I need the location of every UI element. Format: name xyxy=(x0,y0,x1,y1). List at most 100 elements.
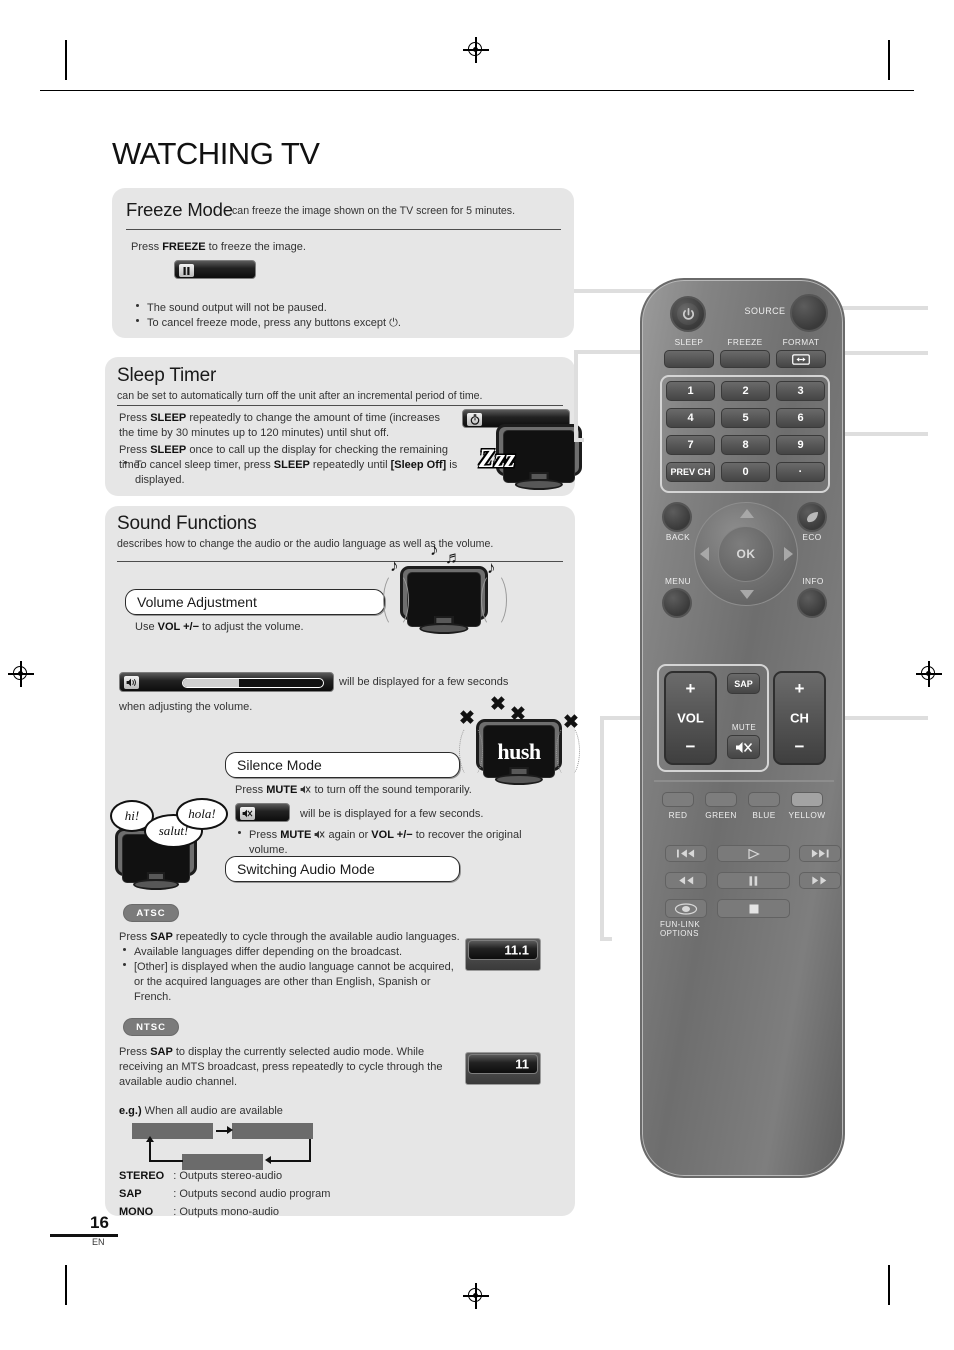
key-6[interactable]: 6 xyxy=(776,408,825,428)
key-2[interactable]: 2 xyxy=(721,381,770,401)
key-9[interactable]: 9 xyxy=(776,435,825,455)
remote-divider xyxy=(654,780,834,782)
silence-line-2: will be is displayed for a few seconds. xyxy=(300,808,484,820)
mute-label: MUTE xyxy=(731,723,757,732)
power-button[interactable] xyxy=(670,296,706,332)
silence-wave-left xyxy=(459,724,483,778)
ok-button[interactable]: OK xyxy=(718,526,774,582)
crop-mark-br-v xyxy=(888,1265,890,1305)
sleep-bullet-p1: SLEEP xyxy=(273,459,310,471)
fast-forward-button[interactable] xyxy=(799,872,841,889)
arrow-up-icon xyxy=(740,509,754,518)
key-5[interactable]: 5 xyxy=(721,408,770,428)
ch-minus: − xyxy=(794,737,805,756)
volume-adjustment-text: Use VOL +/− to adjust the volume. xyxy=(135,620,304,635)
sound-divider xyxy=(117,561,563,562)
sound-wave-right xyxy=(481,572,507,628)
ntsc-badge: NTSC xyxy=(123,1018,179,1036)
key-dot[interactable]: · xyxy=(776,462,825,482)
hush-tv-illustration: hush xyxy=(476,719,562,785)
yellow-button[interactable] xyxy=(791,792,823,807)
sleep-p2-key: SLEEP xyxy=(150,444,187,456)
sap-button[interactable]: SAP xyxy=(727,673,760,694)
red-button[interactable] xyxy=(662,792,694,807)
sleep-divider xyxy=(117,405,563,406)
vol-rocker[interactable]: + VOL − xyxy=(664,671,717,765)
freeze-mode-card: Freeze Mode can freeze the image shown o… xyxy=(112,188,574,338)
sil-post: to turn off the sound temporarily. xyxy=(311,784,472,796)
volume-osd-fill xyxy=(183,679,239,687)
skip-back-button[interactable] xyxy=(665,845,707,862)
flow-box-sap xyxy=(232,1123,313,1139)
rewind-button[interactable] xyxy=(665,872,707,889)
play-icon xyxy=(747,848,760,859)
sil-pre: Press xyxy=(235,784,267,796)
atsc-key: SAP xyxy=(150,931,173,943)
mute-button[interactable] xyxy=(727,735,760,759)
key-7[interactable]: 7 xyxy=(666,435,715,455)
key-3[interactable]: 3 xyxy=(776,381,825,401)
sleep-label: SLEEP xyxy=(674,337,704,347)
freeze-instruction-pre: Press xyxy=(131,241,163,253)
audio-legend: STEREO : Outputs stereo-audio SAP : Outp… xyxy=(119,1168,331,1222)
ntsc-line-1: Press SAP to display the currently selec… xyxy=(119,1045,449,1090)
volume-icon xyxy=(124,676,139,689)
volume-osd-bar xyxy=(119,672,334,692)
sleep-bullet-p2: repeatedly until xyxy=(309,459,391,471)
sil-key: MUTE xyxy=(266,784,298,796)
speech-bubble-hola: hola! xyxy=(176,798,228,830)
legend-row: STEREO : Outputs stereo-audio xyxy=(119,1168,331,1186)
funlink-button[interactable] xyxy=(665,899,707,918)
eco-button[interactable] xyxy=(797,502,827,532)
vol-pre: Use xyxy=(135,621,158,633)
key-4[interactable]: 4 xyxy=(666,408,715,428)
flow-line-left-up xyxy=(149,1142,152,1162)
connector-sleep-v xyxy=(574,350,578,442)
legend-row: MONO : Outputs mono-audio xyxy=(119,1204,331,1222)
freeze-label: FREEZE xyxy=(727,337,763,347)
sleep-button[interactable] xyxy=(664,350,714,368)
volume-adjustment-label-text: Volume Adjustment xyxy=(137,594,257,610)
info-button[interactable] xyxy=(797,588,827,618)
menu-label: MENU xyxy=(664,576,692,586)
silence-bullet: Press MUTE again or VOL +/− to recover t… xyxy=(238,828,559,858)
menu-button[interactable] xyxy=(662,588,692,618)
back-button[interactable] xyxy=(662,502,692,532)
format-arrows-icon xyxy=(792,353,810,365)
music-note-4: ♪ xyxy=(487,558,496,577)
source-label: SOURCE xyxy=(744,306,786,316)
source-dial[interactable] xyxy=(790,294,828,332)
format-button[interactable] xyxy=(776,350,826,368)
key-prev-ch[interactable]: PREV CH xyxy=(666,462,715,482)
legend-desc: : Outputs second audio program xyxy=(173,1187,331,1200)
x-mark-2: ✖ xyxy=(490,694,506,715)
page-number: 16 xyxy=(90,1213,109,1232)
funlink-label-1: FUN-LINK xyxy=(660,920,701,929)
blue-button[interactable] xyxy=(748,792,780,807)
stop-button[interactable] xyxy=(717,899,790,918)
ntsc-osd-channel: 11 xyxy=(468,1054,538,1074)
flow-arrow-up-head xyxy=(146,1136,154,1142)
key-0[interactable]: 0 xyxy=(721,462,770,482)
key-1[interactable]: 1 xyxy=(666,381,715,401)
format-label: FORMAT xyxy=(782,337,820,347)
audio-legend-table: STEREO : Outputs stereo-audio SAP : Outp… xyxy=(119,1168,331,1222)
skip-forward-button[interactable] xyxy=(799,845,841,862)
flow-box-stereo xyxy=(132,1123,213,1139)
freeze-button[interactable] xyxy=(720,350,770,368)
page-title: WATCHING TV xyxy=(112,136,320,171)
zzz-text: Zzz xyxy=(479,444,516,473)
music-note-1: ♪ xyxy=(390,556,399,575)
sleep-timer-subheading: can be set to automatically turn off the… xyxy=(117,390,483,402)
pause-icon xyxy=(179,264,194,277)
play-button[interactable] xyxy=(717,845,790,862)
key-8[interactable]: 8 xyxy=(721,435,770,455)
ch-rocker[interactable]: + CH − xyxy=(773,671,826,765)
sleep-p1-pre: Press xyxy=(119,412,151,424)
connector-vol-v xyxy=(600,716,604,941)
green-button[interactable] xyxy=(705,792,737,807)
eg-text: When all audio are available xyxy=(141,1105,283,1117)
connector-sleep-bot xyxy=(574,438,584,442)
sil-b-mid: again or xyxy=(325,829,372,841)
pause-button[interactable] xyxy=(717,872,790,889)
